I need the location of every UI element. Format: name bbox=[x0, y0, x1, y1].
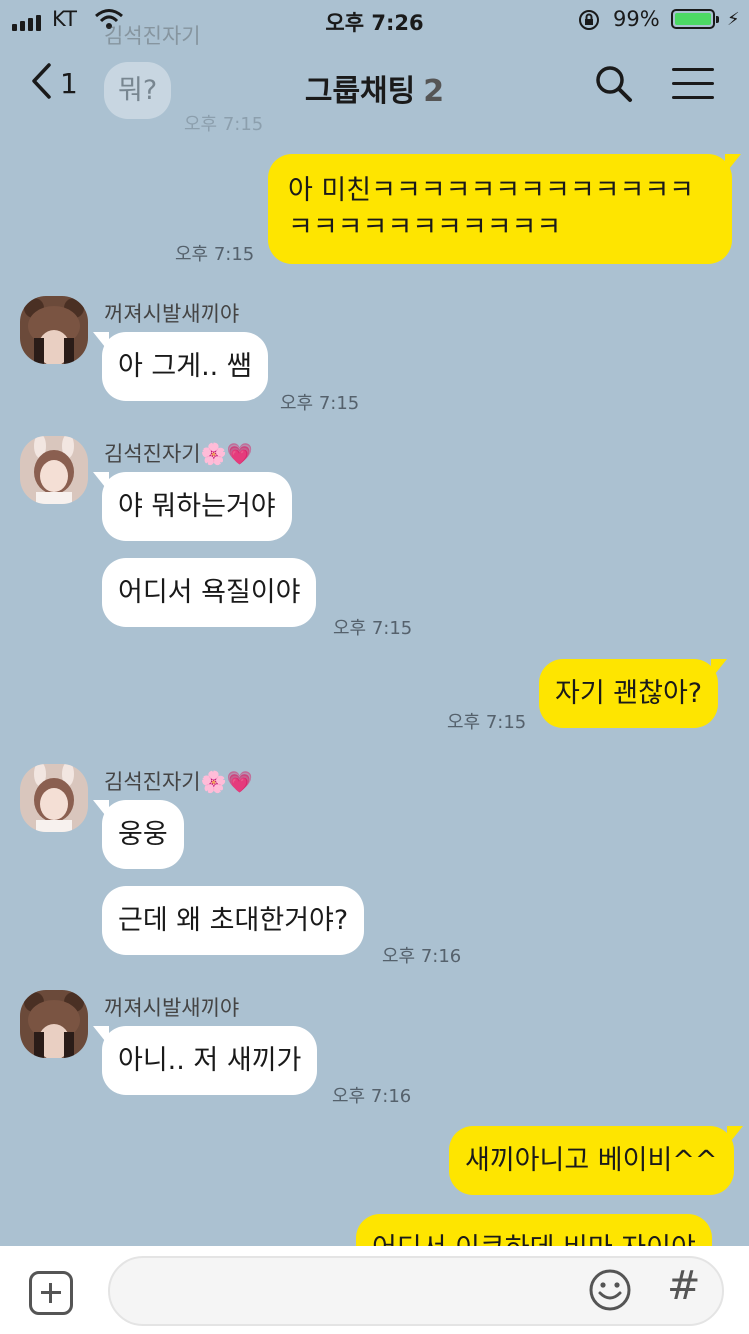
message-line: ㅋㅋㅋㅋㅋㅋㅋㅋㅋㅋㅋ bbox=[288, 212, 562, 243]
sender-name: 김석진자기🌸💗 bbox=[104, 770, 253, 794]
battery-percent: 99% bbox=[613, 7, 660, 31]
battery-icon bbox=[671, 9, 719, 29]
member-count: 2 bbox=[423, 74, 445, 109]
outgoing-message-bubble[interactable]: 아 미친ㅋㅋㅋㅋㅋㅋㅋㅋㅋㅋㅋㅋㅋ ㅋㅋㅋㅋㅋㅋㅋㅋㅋㅋㅋ bbox=[268, 154, 741, 264]
chat-header: 1 그룹채팅 2 bbox=[0, 40, 749, 130]
incoming-message-bubble[interactable]: 어디서 욕질이야 bbox=[102, 558, 317, 627]
outgoing-message-bubble[interactable]: 자기 괜찮아? bbox=[539, 659, 728, 728]
message-time: 오후 7:16 bbox=[382, 946, 462, 967]
message-time: 오후 7:15 bbox=[333, 618, 413, 639]
message-time: 오후 7:15 bbox=[447, 712, 527, 733]
sender-name: 꺼져시발새끼야 bbox=[104, 302, 240, 326]
sender-name: 김석진자기🌸💗 bbox=[104, 442, 253, 466]
message-input-bar: # bbox=[0, 1246, 749, 1334]
smiley-icon[interactable] bbox=[588, 1268, 632, 1316]
bear-hat-avatar-image bbox=[20, 296, 88, 364]
chat-title-text: 그룹채팅 bbox=[304, 74, 416, 109]
hamburger-menu-icon[interactable] bbox=[672, 68, 714, 110]
bunny-ears-avatar-image bbox=[20, 764, 88, 832]
avatar[interactable] bbox=[20, 296, 88, 364]
bunny-ears-avatar-image bbox=[20, 436, 88, 504]
outgoing-message-bubble[interactable]: 새끼아니고 베이비^^ bbox=[449, 1126, 743, 1195]
incoming-message-bubble[interactable]: 야 뭐하는거야 bbox=[93, 472, 292, 541]
message-time: 오후 7:15 bbox=[175, 244, 255, 265]
message-time: 오후 7:15 bbox=[280, 393, 360, 414]
message-line: 아 미친ㅋㅋㅋㅋㅋㅋㅋㅋㅋㅋㅋㅋㅋ bbox=[288, 175, 695, 206]
avatar[interactable] bbox=[20, 436, 88, 504]
chat-title: 그룹채팅 2 bbox=[0, 66, 749, 110]
avatar[interactable] bbox=[20, 990, 88, 1058]
message-time: 오후 7:16 bbox=[332, 1086, 412, 1107]
avatar[interactable] bbox=[20, 764, 88, 832]
rotation-lock-icon bbox=[577, 8, 601, 36]
plus-box-icon[interactable] bbox=[29, 1271, 73, 1315]
incoming-message-bubble[interactable]: 근데 왜 초대한거야? bbox=[102, 886, 365, 955]
incoming-message-bubble[interactable]: 아니.. 저 새끼가 bbox=[92, 1026, 318, 1095]
incoming-message-bubble[interactable]: 아 그게.. 쌤 bbox=[93, 332, 268, 401]
bear-hat-avatar-image bbox=[20, 990, 88, 1058]
charging-bolt-icon: ⚡ bbox=[727, 9, 740, 30]
incoming-message-bubble[interactable]: 웅웅 bbox=[93, 800, 184, 869]
search-icon[interactable] bbox=[594, 64, 634, 108]
hash-icon[interactable]: # bbox=[667, 1263, 701, 1309]
sender-name: 꺼져시발새끼야 bbox=[104, 996, 240, 1020]
battery-fill bbox=[675, 13, 711, 25]
